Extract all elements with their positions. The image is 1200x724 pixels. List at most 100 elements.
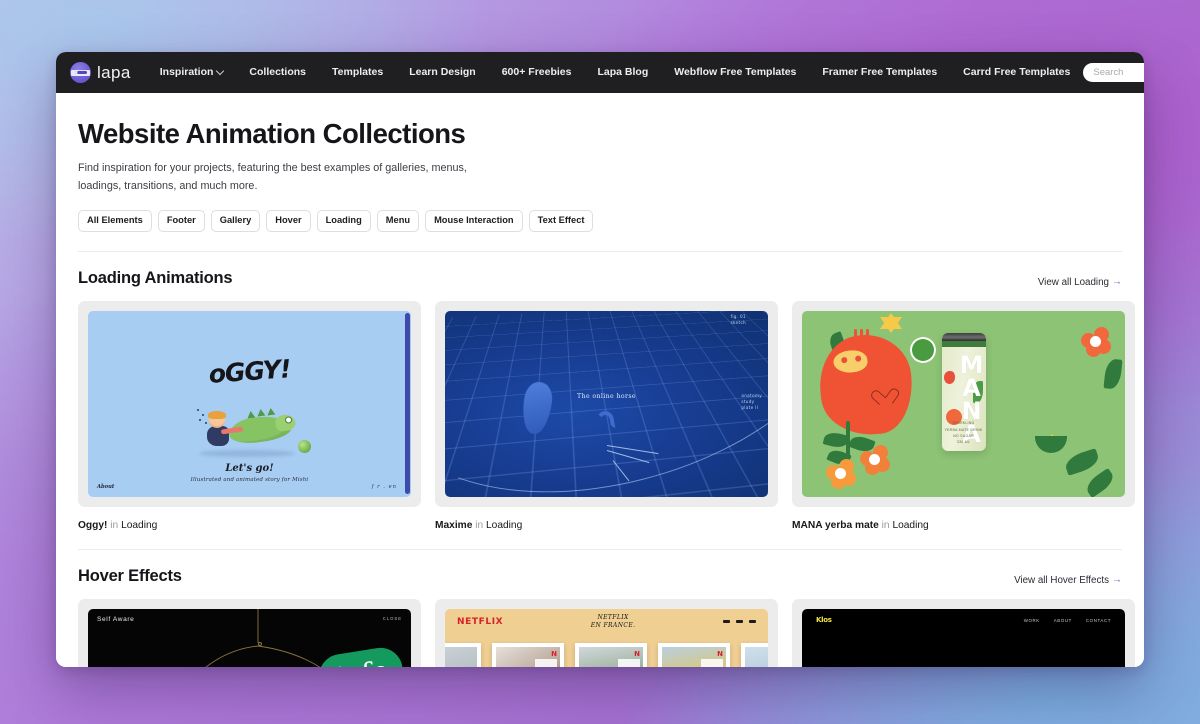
nav-links: Inspiration Collections Templates Learn …	[147, 66, 1084, 78]
oggy-tagline: Let's go!	[225, 462, 274, 474]
poster-card: N	[658, 642, 730, 667]
poster-card	[445, 642, 481, 667]
view-all-hover-effects-link[interactable]: View all Hover Effects →	[1014, 574, 1122, 586]
nav-item-framer-templates[interactable]: Framer Free Templates	[809, 67, 950, 78]
filter-pill-menu[interactable]: Menu	[376, 210, 420, 232]
nav-item-freebies[interactable]: 600+ Freebies	[489, 67, 585, 78]
poster-row: N N N	[445, 642, 768, 667]
maxime-label-text: The online horse	[577, 392, 636, 400]
card-thumbnail-frame: NETFLIX NETFLIX EN FRANCE. N N N	[435, 598, 778, 667]
klos-nav-about[interactable]: ABOUT	[1054, 618, 1072, 623]
card-in-word: in	[475, 519, 484, 531]
thumbnail-netflix-artwork: NETFLIX NETFLIX EN FRANCE. N N N	[445, 608, 768, 667]
card-title: Oggy!	[78, 519, 108, 531]
card-thumbnail-frame: MANA SPARKLING YERBA MATE DRINK NO SUGAR…	[792, 300, 1135, 507]
card-in-word: in	[881, 519, 890, 531]
nav-item-learn-design[interactable]: Learn Design	[396, 67, 489, 78]
nav-item-webflow-templates[interactable]: Webflow Free Templates	[661, 67, 809, 78]
poster-image: N	[662, 646, 726, 667]
poster-image: N	[496, 646, 560, 667]
card-caption: Oggy! in Loading	[78, 520, 421, 531]
filter-pill-loading[interactable]: Loading	[316, 210, 371, 232]
nav-item-carrd-templates[interactable]: Carrd Free Templates	[950, 67, 1083, 78]
ball-icon	[297, 439, 311, 453]
chevron-down-icon	[216, 66, 225, 75]
card-category[interactable]: Loading	[892, 520, 928, 531]
arrow-right-icon: →	[1112, 574, 1122, 586]
card-grid-hover: Self Aware CLOSE NETFLIX NETFLIX EN FRAN…	[78, 598, 1135, 667]
leaf-icon	[1083, 467, 1117, 497]
section-title: Hover Effects	[78, 566, 182, 585]
card-thumbnail-frame: Self Aware CLOSE	[78, 598, 421, 667]
leaf-icon	[1103, 358, 1123, 390]
card-category[interactable]: Loading	[121, 520, 157, 531]
card-oggy[interactable]: oGGY! Let's go! Illustrated and animated…	[78, 300, 421, 531]
oggy-about-link: About	[97, 483, 115, 490]
croc-spike-icon	[256, 408, 265, 417]
brand-logo-link[interactable]: lapa	[66, 62, 147, 83]
klos-nav-contact[interactable]: CONTACT	[1086, 618, 1111, 623]
oggy-meta-text: f r . en	[371, 483, 397, 490]
ball-icon	[910, 336, 936, 363]
nav-item-collections[interactable]: Collections	[236, 67, 319, 78]
scrollbar-thumb[interactable]	[405, 312, 410, 494]
arrow-right-icon: →	[1112, 276, 1122, 288]
hero: Website Animation Collections Find inspi…	[78, 93, 1122, 232]
page-title: Website Animation Collections	[78, 118, 466, 149]
star-icon	[880, 312, 902, 333]
netflix-title: NETFLIX EN FRANCE.	[591, 614, 636, 629]
klos-topbar: Klos WORK ABOUT CONTACT	[802, 609, 1125, 633]
croc-spike-icon	[246, 410, 255, 419]
netflix-topbar: NETFLIX NETFLIX EN FRANCE.	[445, 609, 768, 635]
poster-image	[745, 646, 768, 667]
oggy-title-text: oGGY!	[207, 354, 292, 389]
blueprint-note-right: anatomy study plate II	[741, 392, 762, 411]
netflix-title-line2: EN FRANCE.	[590, 621, 636, 629]
nav-item-inspiration[interactable]: Inspiration	[147, 66, 237, 78]
browser-window: lapa Inspiration Collections Templates L…	[56, 52, 1144, 667]
mana-can-icon: MANA SPARKLING YERBA MATE DRINK NO SUGAR…	[941, 332, 986, 451]
filter-pill-mouse-interaction[interactable]: Mouse Interaction	[425, 210, 523, 232]
view-all-label: View all Hover Effects	[1014, 574, 1109, 586]
section-title: Loading Animations	[78, 268, 233, 287]
nav-item-lapa-blog[interactable]: Lapa Blog	[584, 67, 661, 78]
oggy-illustration	[191, 403, 311, 457]
card-mana-yerba-mate[interactable]: MANA SPARKLING YERBA MATE DRINK NO SUGAR…	[792, 300, 1135, 531]
card-title: MANA yerba mate	[792, 519, 879, 531]
card-category[interactable]: Loading	[486, 520, 522, 531]
site-navbar: lapa Inspiration Collections Templates L…	[56, 52, 1144, 93]
card-klos[interactable]: Klos WORK ABOUT CONTACT Optimists buildi…	[792, 598, 1135, 667]
nav-item-templates[interactable]: Templates	[319, 67, 396, 78]
card-netflix-en-france[interactable]: NETFLIX NETFLIX EN FRANCE. N N N	[435, 598, 778, 667]
view-all-loading-link[interactable]: View all Loading →	[1037, 276, 1122, 288]
netflix-title-line1: NETFLIX	[597, 614, 629, 622]
thumbnail-oggy-artwork: oGGY! Let's go! Illustrated and animated…	[88, 310, 411, 497]
boy-hair	[207, 410, 226, 419]
card-caption: MANA yerba mate in Loading	[792, 520, 1135, 531]
filter-pill-hover[interactable]: Hover	[266, 210, 311, 232]
card-maxime[interactable]: The online horse fig. 01 sketch anatomy …	[435, 300, 778, 531]
view-all-label: View all Loading	[1037, 276, 1109, 288]
filter-pill-all-elements[interactable]: All Elements	[78, 210, 152, 232]
filter-pill-gallery[interactable]: Gallery	[210, 210, 261, 232]
card-caption: Maxime in Loading	[435, 520, 778, 531]
netflix-logo-icon: NETFLIX	[457, 616, 504, 627]
card-in-word: in	[110, 519, 119, 531]
tree-node	[257, 642, 262, 647]
klos-nav-work[interactable]: WORK	[1024, 618, 1040, 623]
thumbnail-self-aware-artwork: Self Aware CLOSE	[88, 608, 411, 667]
boy-character-icon	[206, 410, 243, 447]
klos-nav: WORK ABOUT CONTACT	[1024, 618, 1111, 623]
flower-icon	[1081, 326, 1111, 357]
filter-pill-footer[interactable]: Footer	[157, 210, 205, 232]
card-grid-loading: oGGY! Let's go! Illustrated and animated…	[78, 300, 1135, 531]
section-header-hover: Hover Effects View all Hover Effects →	[78, 550, 1122, 599]
card-thumbnail-frame: Klos WORK ABOUT CONTACT Optimists buildi…	[792, 598, 1135, 667]
menu-dots-icon[interactable]	[722, 620, 756, 624]
card-title: Maxime	[435, 519, 473, 531]
scrollbar-track[interactable]	[404, 310, 411, 497]
card-self-aware[interactable]: Self Aware CLOSE	[78, 598, 421, 667]
filter-pill-text-effect[interactable]: Text Effect	[528, 210, 594, 232]
search-input[interactable]	[1083, 63, 1144, 82]
can-footer-text: SPARKLING YERBA MATE DRINK NO SUGAR 330 …	[944, 421, 983, 444]
